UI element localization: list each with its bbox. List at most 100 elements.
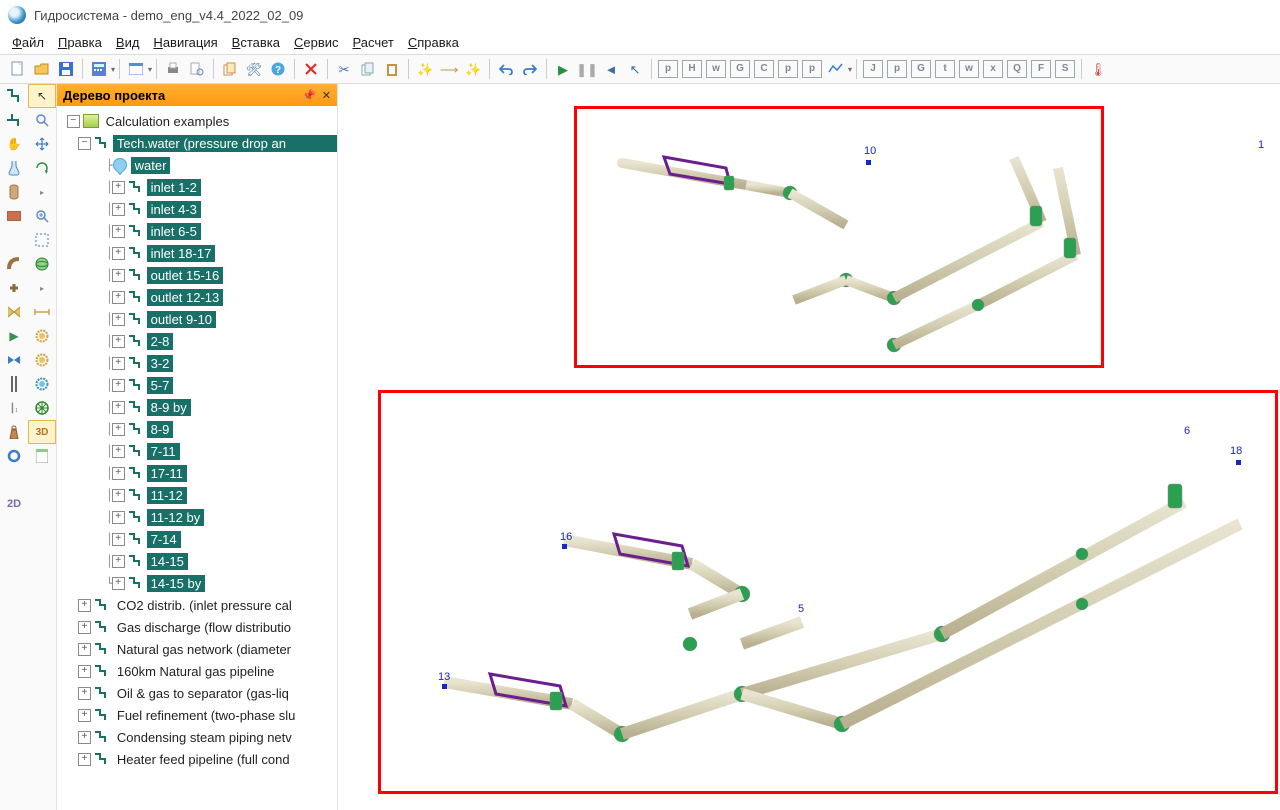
menu-file[interactable]: Файл [12,35,44,50]
tree-branch[interactable]: │+inlet 4-3 [61,198,337,220]
tree-branch[interactable]: │+3-2 [61,352,337,374]
cut-icon[interactable]: ✂ [333,58,355,80]
menu-insert[interactable]: Вставка [232,35,280,50]
prev-icon[interactable]: ◄ [600,58,622,80]
panel-close-icon[interactable]: ✕ [322,89,331,102]
window-icon[interactable] [125,58,147,80]
menu-edit[interactable]: Правка [58,35,102,50]
r2-g[interactable]: G [910,58,932,80]
copy2-icon[interactable] [357,58,379,80]
lt-3d[interactable]: 3D [28,420,56,444]
lt-weight[interactable] [0,420,28,444]
lt-pipe[interactable] [0,84,28,108]
lt-tree[interactable] [0,276,28,300]
copy-icon[interactable] [219,58,241,80]
lt-wheel[interactable] [28,396,56,420]
r2-f[interactable]: F [1030,58,1052,80]
tree-branch[interactable]: │+inlet 1-2 [61,176,337,198]
menu-view[interactable]: Вид [116,35,140,50]
lt-dots2[interactable]: ▸ [28,276,56,300]
delete-icon[interactable] [300,58,322,80]
tree-branch[interactable]: │+7-11 [61,440,337,462]
undo-icon[interactable] [495,58,517,80]
lt-elbow[interactable] [0,252,28,276]
preview-icon[interactable] [186,58,208,80]
menu-service[interactable]: Сервис [294,35,339,50]
tree-branch[interactable]: │+11-12 [61,484,337,506]
pause-icon[interactable]: ❚❚ [576,58,598,80]
help-icon[interactable]: ? [267,58,289,80]
lt-vbar[interactable] [0,372,28,396]
r2-x[interactable]: x [982,58,1004,80]
res-p2[interactable]: p [777,58,799,80]
tree-branch[interactable]: │+8-9 by [61,396,337,418]
r2-q[interactable]: Q [1006,58,1028,80]
res-h[interactable]: H [681,58,703,80]
res-g[interactable]: G [729,58,751,80]
menu-calc[interactable]: Расчет [353,35,394,50]
menu-nav[interactable]: Навигация [153,35,217,50]
tree-project[interactable]: +Natural gas network (diameter [61,638,337,660]
lt-pipe2[interactable] [0,108,28,132]
tree-project[interactable]: +Heater feed pipeline (full cond [61,748,337,770]
tree-selected-project[interactable]: − Tech.water (pressure drop an [61,132,337,154]
menu-help[interactable]: Справка [408,35,459,50]
lt-bow[interactable] [0,348,28,372]
lt-sheet[interactable] [28,444,56,468]
tree-branch[interactable]: │+11-12 by [61,506,337,528]
tree-root[interactable]: − Calculation examples [61,110,337,132]
tree-branch[interactable]: │+2-8 [61,330,337,352]
lt-flask[interactable] [0,156,28,180]
tree-branch[interactable]: │+14-15 [61,550,337,572]
lt-dots1[interactable]: ▸ [28,180,56,204]
tree-project[interactable]: +Gas discharge (flow distributio [61,616,337,638]
lt-scale[interactable]: ┃₁ [0,396,28,420]
tree-project[interactable]: +160km Natural gas pipeline [61,660,337,682]
res-p3[interactable]: p [801,58,823,80]
cursor-icon[interactable]: ↖ [624,58,646,80]
lt-select[interactable]: ↖ [28,84,56,108]
main-viewport[interactable]: 10 1 4 [338,84,1280,810]
save-icon[interactable] [55,58,77,80]
tree-project[interactable]: +Condensing steam piping netv [61,726,337,748]
r2-j[interactable]: J [862,58,884,80]
tree-project[interactable]: +Fuel refinement (two-phase slu [61,704,337,726]
print-icon[interactable] [162,58,184,80]
r2-t[interactable]: t [934,58,956,80]
chart-icon[interactable] [825,58,847,80]
tree-branch[interactable]: │+outlet 12-13 [61,286,337,308]
lt-move[interactable] [28,132,56,156]
redo-icon[interactable] [519,58,541,80]
r2-s[interactable]: S [1054,58,1076,80]
tree-branch[interactable]: │+inlet 18-17 [61,242,337,264]
tree-branch[interactable]: │+inlet 6-5 [61,220,337,242]
lt-play[interactable]: ▶ [0,324,28,348]
lt-rotate[interactable] [28,156,56,180]
lt-box[interactable] [0,204,28,228]
lt-zoom[interactable] [28,108,56,132]
project-tree[interactable]: − Calculation examples − Tech.water (pre… [57,106,337,810]
lt-gear2[interactable] [28,348,56,372]
lt-cyl[interactable] [0,180,28,204]
play-icon[interactable]: ▶ [552,58,574,80]
wand2-icon[interactable]: ✨ [462,58,484,80]
lt-ring[interactable] [0,444,28,468]
open-file-icon[interactable] [31,58,53,80]
tree-project[interactable]: +Oil & gas to separator (gas-liq [61,682,337,704]
lt-valve[interactable] [0,300,28,324]
wand-icon[interactable]: ✨ [414,58,436,80]
res-c[interactable]: C [753,58,775,80]
tree-water[interactable]: ├ water [61,154,337,176]
lt-bound[interactable] [28,228,56,252]
tools-icon[interactable]: 🛠 [243,58,265,80]
lt-dim[interactable] [28,300,56,324]
temp-icon[interactable]: 🌡 [1087,58,1109,80]
tree-branch[interactable]: │+7-14 [61,528,337,550]
lt-gear3[interactable] [28,372,56,396]
lt-2d[interactable]: 2D [0,492,28,516]
tree-branch[interactable]: │+8-9 [61,418,337,440]
lt-gear1[interactable] [28,324,56,348]
res-p[interactable]: p [657,58,679,80]
tree-branch[interactable]: │+outlet 9-10 [61,308,337,330]
link-icon[interactable]: ⟶ [438,58,460,80]
